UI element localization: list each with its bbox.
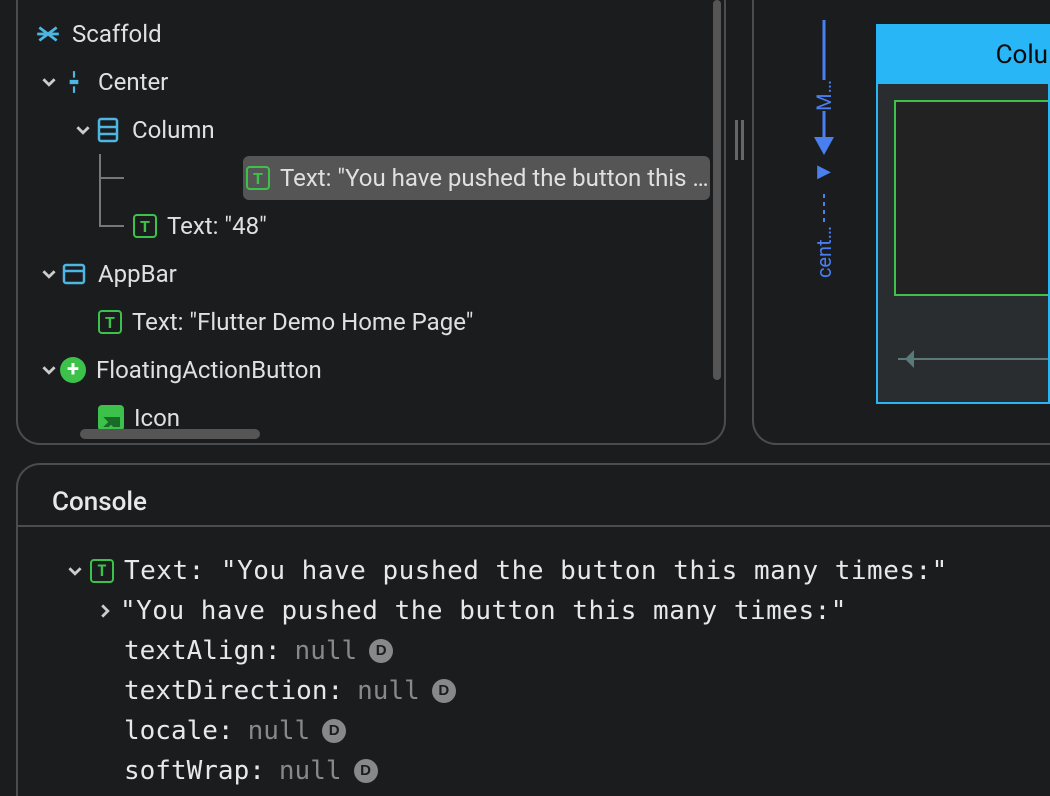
prop-label: textAlign: (124, 631, 281, 671)
default-badge: D (322, 719, 346, 743)
tree-node-center[interactable]: Center (18, 58, 724, 106)
center-icon (60, 68, 88, 96)
plus-circle-icon: + (60, 357, 86, 383)
tree-node-scaffold[interactable]: Scaffold (18, 10, 724, 58)
panel-resize-handle[interactable] (732, 0, 750, 445)
image-icon (98, 405, 124, 431)
vertical-scrollbar[interactable] (713, 0, 721, 380)
console-node-text[interactable]: T Text: "You have pushed the button this… (68, 551, 1050, 591)
console-body: T Text: "You have pushed the button this… (18, 525, 1050, 791)
dashed-line-icon (823, 192, 825, 222)
main-axis-indicator: M… ▶ cent… (804, 20, 844, 410)
layout-preview-panel: M… ▶ cent… Colu (752, 0, 1050, 445)
preview-header: Colu (878, 26, 1048, 84)
appbar-icon (60, 260, 88, 288)
arrow-down-icon (812, 111, 836, 155)
prop-value: null (248, 711, 311, 751)
axis-label-cent: cent… (812, 226, 836, 278)
tree-label: Scaffold (72, 20, 162, 48)
tree-label: Text: "48" (167, 212, 267, 240)
console-title: Console (52, 487, 1050, 517)
tree-node-text-48[interactable]: T Text: "48" (130, 202, 267, 250)
chevron-down-icon[interactable] (40, 265, 58, 283)
chevron-down-icon[interactable] (40, 361, 58, 379)
console-prop-textdirection[interactable]: textDirection: null D (68, 671, 1050, 711)
tree-label: Column (132, 116, 215, 144)
console-value: "You have pushed the button this many ti… (120, 591, 847, 631)
tree-node-appbar[interactable]: AppBar (18, 250, 724, 298)
axis-label-m: M… (812, 80, 836, 111)
text-icon: T (90, 559, 114, 583)
scaffold-icon (34, 20, 62, 48)
tree-label: Text: "You have pushed the button this … (280, 164, 709, 192)
tree-label: FloatingActionButton (96, 356, 322, 384)
text-icon: T (98, 310, 122, 334)
default-badge: D (369, 639, 393, 663)
tree-node-appbar-text[interactable]: T Text: "Flutter Demo Home Page" (18, 298, 724, 346)
chevron-down-icon[interactable] (74, 121, 92, 139)
tree-label: Text: "Flutter Demo Home Page" (132, 308, 473, 336)
chevron-down-icon[interactable] (40, 73, 58, 91)
text-icon: T (246, 166, 270, 190)
tree-guide-icon (80, 202, 130, 250)
prop-label: locale: (124, 711, 234, 751)
default-badge: D (432, 679, 456, 703)
text-icon: T (133, 214, 157, 238)
widget-tree-panel: Scaffold Center Column (16, 0, 726, 445)
console-prop-softwrap[interactable]: softWrap: null D (68, 751, 1050, 791)
console-panel: Console T Text: "You have pushed the but… (16, 463, 1050, 796)
default-badge: D (354, 759, 378, 783)
console-main-label: Text: "You have pushed the button this m… (124, 551, 948, 591)
tree-label: AppBar (98, 260, 177, 288)
tree-guide-icon (80, 154, 130, 202)
console-value-row[interactable]: "You have pushed the button this many ti… (68, 591, 1050, 631)
tree-node-text-selected[interactable]: T Text: "You have pushed the button this… (243, 156, 710, 200)
chevron-right-icon[interactable] (98, 604, 120, 618)
preview-inner-box (894, 100, 1048, 296)
prop-value: null (357, 671, 420, 711)
tree-node-column[interactable]: Column (18, 106, 724, 154)
console-prop-locale[interactable]: locale: null D (68, 711, 1050, 751)
prop-label: textDirection: (124, 671, 343, 711)
preview-header-label: Colu (996, 40, 1048, 70)
prop-value: null (295, 631, 358, 671)
widget-preview-box[interactable]: Colu (876, 24, 1050, 404)
prop-label: softWrap: (124, 751, 265, 791)
console-prop-textalign[interactable]: textAlign: null D (68, 631, 1050, 671)
prop-value: null (279, 751, 342, 791)
tree-node-fab[interactable]: + FloatingActionButton (18, 346, 724, 394)
tree-label: Center (98, 68, 168, 96)
tree-label: Icon (134, 404, 180, 432)
column-icon (94, 116, 122, 144)
horizontal-scrollbar[interactable] (80, 429, 260, 439)
chevron-down-icon[interactable] (68, 564, 90, 578)
cross-axis-arrow-icon (898, 358, 1048, 360)
play-icon: ▶ (817, 161, 831, 182)
